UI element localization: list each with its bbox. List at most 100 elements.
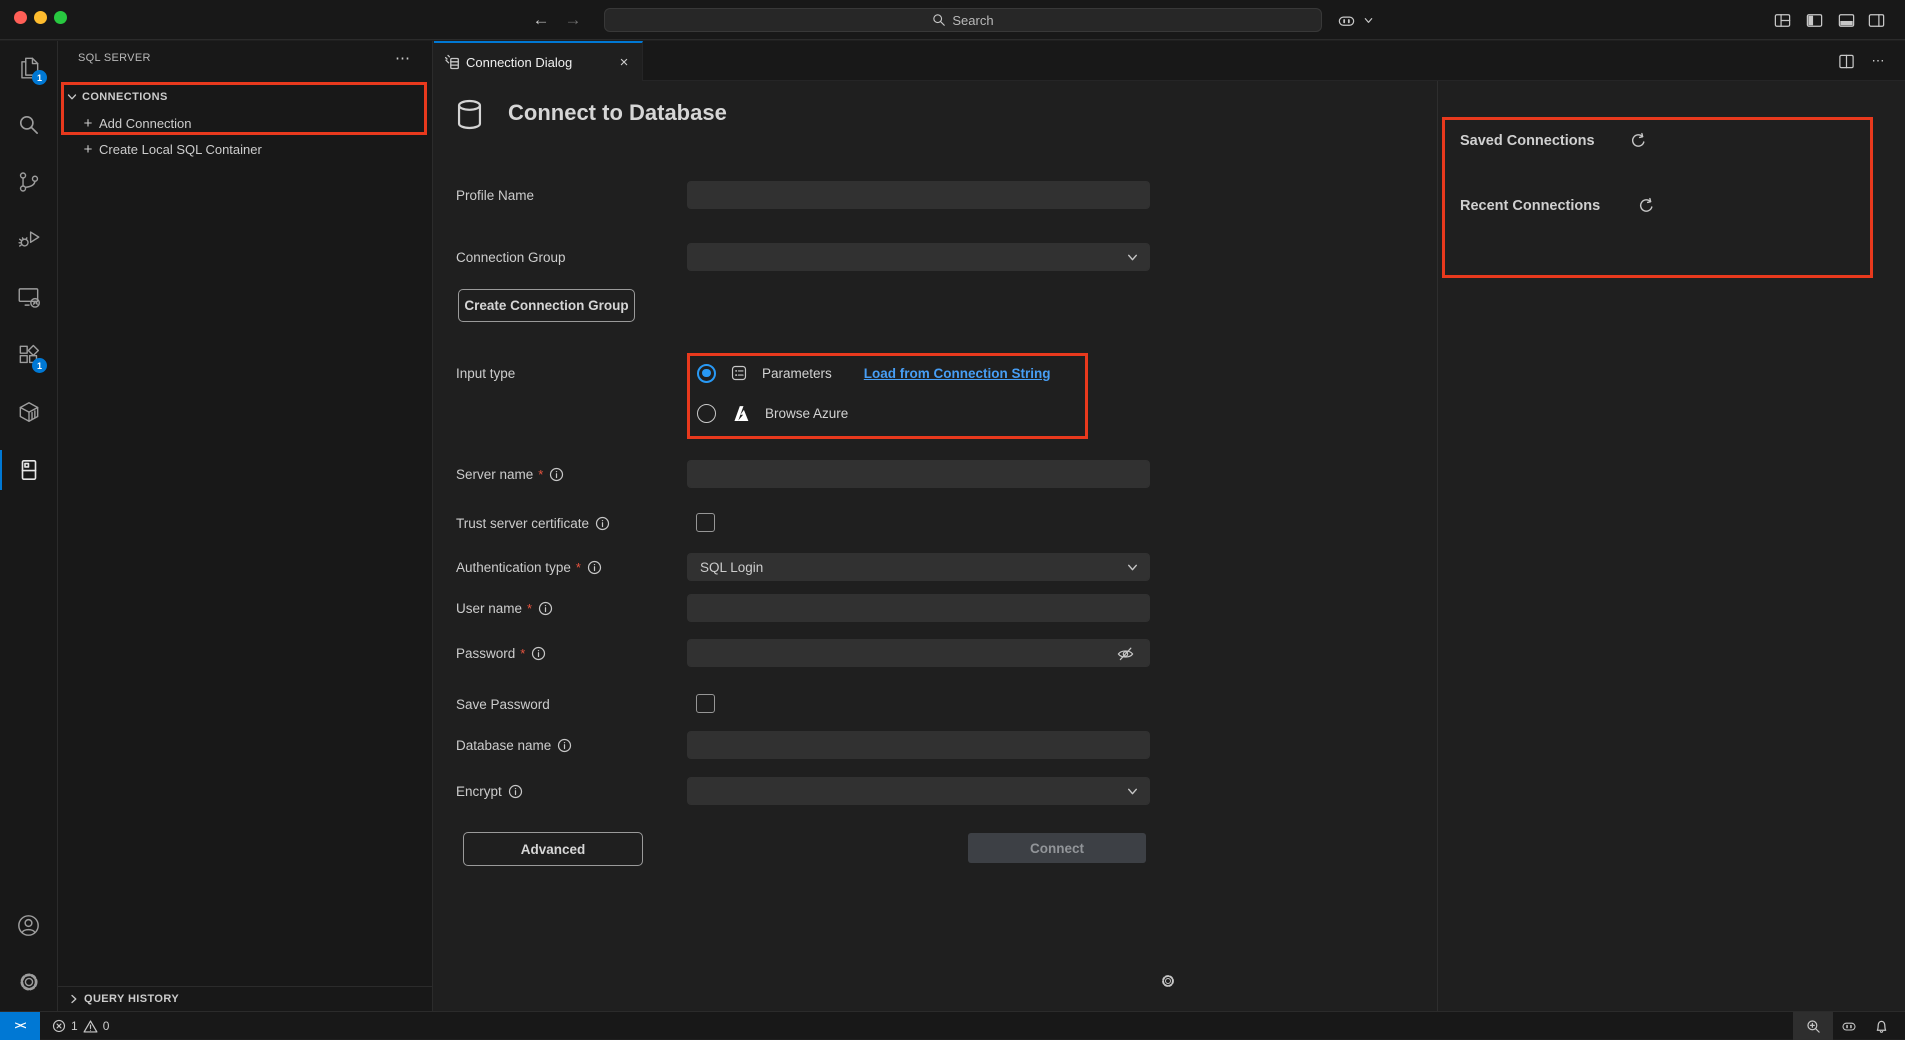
parameters-form-icon [730, 364, 748, 382]
explorer-badge: 1 [32, 70, 47, 85]
info-icon[interactable] [531, 646, 546, 661]
info-icon[interactable] [549, 467, 564, 482]
sidebar-header: SQL SERVER ⋯ [58, 41, 432, 75]
database-icon [453, 98, 486, 134]
saved-connections-title: Saved Connections [1460, 133, 1595, 149]
toggle-secondary-sidebar-icon[interactable] [1866, 10, 1886, 30]
warning-count: 0 [103, 1019, 110, 1033]
editor-more-actions-icon[interactable]: ⋯ [1864, 41, 1892, 81]
password-input[interactable] [687, 639, 1150, 667]
plus-icon: + [80, 141, 96, 158]
copilot-status-icon[interactable] [1833, 1012, 1865, 1040]
chevron-down-icon [66, 91, 78, 103]
encrypt-label: Encrypt [456, 777, 523, 805]
info-icon[interactable] [587, 560, 602, 575]
create-connection-group-button[interactable]: Create Connection Group [458, 289, 635, 322]
connect-button[interactable]: Connect [968, 833, 1146, 863]
user-name-label: User name* [456, 594, 553, 622]
server-name-input[interactable] [687, 460, 1150, 488]
sidebar-item-create-local-sql-container[interactable]: + Create Local SQL Container [58, 137, 432, 161]
tab-strip: Connection Dialog × ⋯ [434, 41, 1905, 81]
query-history-section-header[interactable]: QUERY HISTORY [58, 986, 432, 1011]
connection-group-dropdown[interactable] [687, 243, 1150, 271]
customize-layout-icon[interactable] [1772, 10, 1792, 30]
extensions-icon[interactable]: 1 [0, 331, 57, 379]
info-icon[interactable] [538, 601, 553, 616]
accounts-icon[interactable] [0, 901, 57, 949]
copilot-chevron-down-icon[interactable] [1358, 10, 1378, 30]
container-tools-icon[interactable] [0, 388, 57, 436]
password-label: Password* [456, 639, 546, 667]
settings-gear-icon[interactable] [0, 958, 57, 1006]
azure-icon [730, 403, 751, 424]
save-password-checkbox[interactable] [696, 694, 715, 713]
error-icon [52, 1019, 66, 1033]
sidebar-more-actions-icon[interactable]: ⋯ [395, 41, 410, 75]
dialog-settings-gear-icon[interactable] [1159, 972, 1177, 993]
tab-title: Connection Dialog [466, 55, 572, 70]
chevron-right-icon [68, 993, 80, 1005]
split-editor-icon[interactable] [1832, 41, 1860, 81]
window-zoom-button[interactable] [54, 11, 67, 24]
info-icon[interactable] [508, 784, 523, 799]
explorer-icon[interactable]: 1 [0, 43, 57, 91]
sidebar-item-add-connection[interactable]: + Add Connection [58, 111, 432, 135]
activity-bar: 1 1 [0, 41, 58, 1011]
saved-connections-refresh-icon[interactable] [1630, 132, 1647, 152]
window-close-button[interactable] [14, 11, 27, 24]
chevron-down-icon [1126, 251, 1139, 264]
remote-indicator[interactable]: >< [0, 1012, 40, 1040]
navigate-forward-button[interactable]: → [560, 0, 586, 40]
remote-explorer-icon[interactable] [0, 273, 57, 321]
profile-name-label: Profile Name [456, 181, 534, 209]
info-icon[interactable] [557, 738, 572, 753]
chevron-down-icon [1126, 561, 1139, 574]
command-center-search[interactable]: Search [604, 8, 1322, 32]
recent-connections-refresh-icon[interactable] [1638, 197, 1655, 217]
error-count: 1 [71, 1019, 78, 1033]
problems-indicator[interactable]: 1 0 [52, 1012, 109, 1040]
server-name-label: Server name* [456, 460, 564, 488]
warning-icon [83, 1019, 98, 1034]
search-sidebar-icon[interactable] [0, 101, 57, 149]
reveal-password-icon[interactable] [1116, 644, 1135, 666]
editor-background [434, 81, 1905, 1011]
copilot-icon[interactable] [1336, 10, 1356, 30]
navigate-back-button[interactable]: ← [528, 0, 554, 40]
zoom-status-icon[interactable] [1793, 1012, 1833, 1040]
window-minimize-button[interactable] [34, 11, 47, 24]
source-control-icon[interactable] [0, 158, 57, 206]
save-password-label: Save Password [456, 690, 550, 718]
profile-name-input[interactable] [687, 181, 1150, 209]
search-icon [932, 13, 946, 27]
notifications-bell-icon[interactable] [1865, 1012, 1897, 1040]
run-debug-icon[interactable] [0, 214, 57, 262]
database-name-input[interactable] [687, 731, 1150, 759]
tab-close-icon[interactable]: × [614, 52, 634, 72]
connection-dialog-tab-icon [444, 54, 460, 70]
sql-server-icon[interactable] [0, 446, 57, 494]
encrypt-dropdown[interactable] [687, 777, 1150, 805]
radio-selected[interactable] [697, 364, 716, 383]
trust-server-certificate-checkbox[interactable] [696, 513, 715, 532]
toggle-primary-sidebar-icon[interactable] [1804, 10, 1824, 30]
title-bar: ← → Search [0, 0, 1905, 40]
panel-divider [1437, 81, 1438, 1011]
tab-connection-dialog[interactable]: Connection Dialog × [434, 41, 643, 81]
connections-section-header[interactable]: CONNECTIONS [58, 85, 432, 109]
status-bar: >< 1 0 [0, 1011, 1905, 1039]
input-type-parameters-option[interactable]: Parameters Load from Connection String [697, 359, 1051, 387]
info-icon[interactable] [595, 516, 610, 531]
sidebar-title: SQL SERVER [78, 52, 151, 64]
authentication-type-dropdown[interactable]: SQL Login [687, 553, 1150, 581]
advanced-button[interactable]: Advanced [463, 832, 643, 866]
authentication-type-label: Authentication type* [456, 553, 602, 581]
input-type-browse-azure-option[interactable]: Browse Azure [697, 399, 848, 427]
radio-unselected[interactable] [697, 404, 716, 423]
load-from-connection-string-link[interactable]: Load from Connection String [864, 366, 1051, 381]
plus-icon: + [80, 115, 96, 132]
input-type-label: Input type [456, 359, 515, 387]
trust-server-certificate-label: Trust server certificate [456, 509, 610, 537]
user-name-input[interactable] [687, 594, 1150, 622]
toggle-panel-icon[interactable] [1836, 10, 1856, 30]
